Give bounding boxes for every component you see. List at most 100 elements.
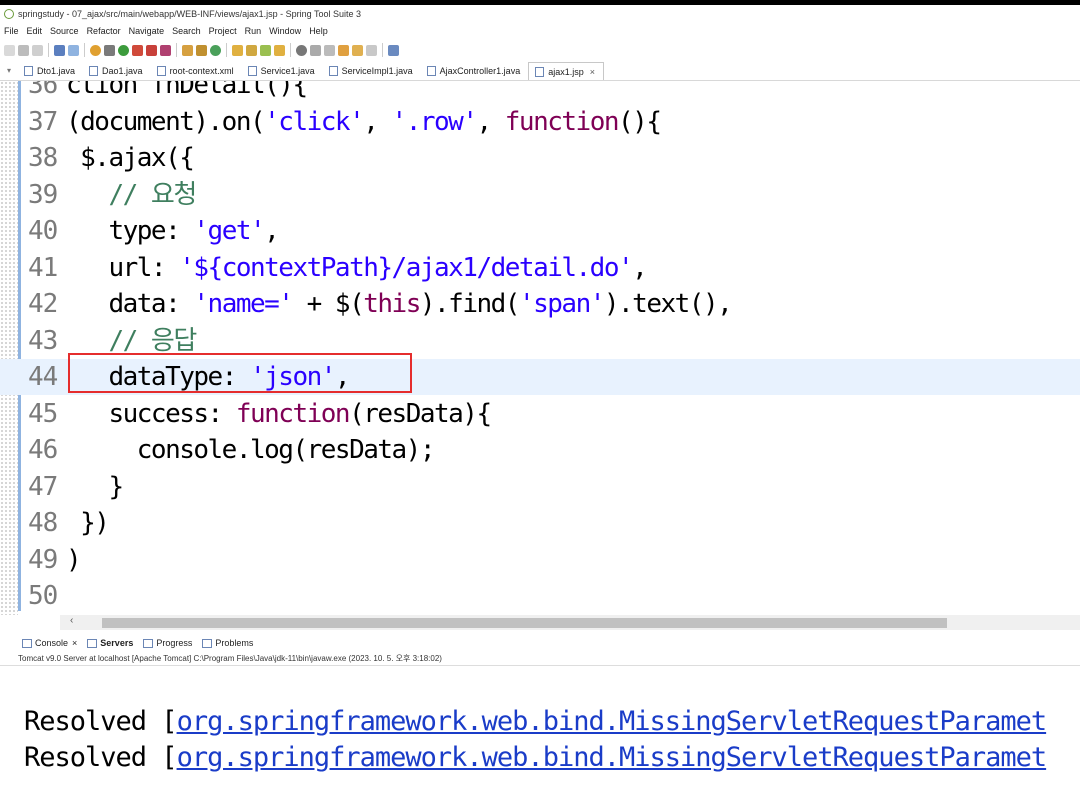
code-line[interactable]: 39 // 요청 xyxy=(0,177,1080,213)
server-icon[interactable] xyxy=(160,44,171,56)
next-annotation-icon[interactable] xyxy=(324,44,335,56)
menu-item[interactable]: Search xyxy=(172,26,201,36)
debug-icon[interactable] xyxy=(104,44,115,56)
view-icon xyxy=(22,639,32,649)
console-tab[interactable]: Servers xyxy=(87,638,133,649)
toolbar-divider xyxy=(84,43,85,57)
menu-item[interactable]: Project xyxy=(209,26,237,36)
code-line[interactable]: 36 ction fnDetail(){ xyxy=(0,81,1080,103)
new-icon[interactable] xyxy=(4,44,15,56)
editor-tab[interactable]: ajax1.jsp × xyxy=(528,62,604,80)
code-line[interactable]: 49) xyxy=(0,542,1080,578)
line-number: 47 xyxy=(28,471,58,502)
editor-tab[interactable]: ServiceImpl1.java xyxy=(323,62,421,80)
code-line[interactable]: 40 type: 'get', xyxy=(0,213,1080,249)
line-number: 45 xyxy=(28,398,58,429)
new-class-icon[interactable] xyxy=(196,44,207,56)
console-tab[interactable]: Problems xyxy=(202,638,253,649)
exception-link[interactable]: org.springframework.web.bind.MissingServ… xyxy=(177,706,1048,737)
search-folder-icon[interactable] xyxy=(274,44,285,56)
code-line[interactable]: 46 console.log(resData); xyxy=(0,432,1080,468)
exception-link[interactable]: org.springframework.web.bind.MissingServ… xyxy=(177,742,1048,773)
code-line[interactable]: 38 $.ajax({ xyxy=(0,140,1080,176)
globe-icon[interactable] xyxy=(296,44,307,56)
last-edit-icon[interactable] xyxy=(338,44,349,56)
tab-label: Dao1.java xyxy=(102,66,143,76)
editor-tab[interactable]: Dao1.java xyxy=(83,62,151,80)
toolbar-divider xyxy=(226,43,227,57)
close-icon[interactable]: × xyxy=(72,638,77,648)
run-icon[interactable] xyxy=(118,44,129,56)
menu-item[interactable]: Source xyxy=(50,26,79,36)
line-number: 38 xyxy=(28,143,58,173)
annotation-icon[interactable] xyxy=(310,44,321,56)
menu-item[interactable]: Run xyxy=(245,26,262,36)
code-line[interactable]: 48 }) xyxy=(0,505,1080,541)
toolbar xyxy=(0,39,1080,61)
editor-tab[interactable]: Dto1.java xyxy=(18,62,83,80)
code-text: url: '${contextPath}/ajax1/detail.do', xyxy=(66,252,647,283)
save-all-icon[interactable] xyxy=(32,44,43,56)
line-number: 41 xyxy=(28,252,58,283)
close-icon[interactable]: × xyxy=(590,67,595,77)
code-text: success: function(resData){ xyxy=(66,398,492,429)
tab-label: ServiceImpl1.java xyxy=(341,66,413,76)
code-line[interactable]: 45 success: function(resData){ xyxy=(0,396,1080,432)
code-line[interactable]: 50 xyxy=(0,578,1080,614)
editor-tab[interactable]: Service1.java xyxy=(242,62,323,80)
code-line[interactable]: 41 url: '${contextPath}/ajax1/detail.do'… xyxy=(0,250,1080,286)
line-number: 48 xyxy=(28,508,58,538)
code-line[interactable]: 47 } xyxy=(0,469,1080,505)
console-tab-label: Console xyxy=(35,637,69,648)
tab-list-icon[interactable]: ▾ xyxy=(0,60,18,80)
code-text: ction fnDetail(){ xyxy=(66,81,308,100)
console-tab[interactable]: Progress xyxy=(143,638,192,649)
pen-icon[interactable] xyxy=(260,44,271,56)
open-type-icon[interactable] xyxy=(232,44,243,56)
sync-icon[interactable] xyxy=(90,44,101,56)
editor-tab[interactable]: root-context.xml xyxy=(151,62,242,80)
menu-item[interactable]: Help xyxy=(309,26,328,36)
console-tab-bar: Console × Servers Progress Problems xyxy=(0,633,1080,653)
toggle-icon[interactable] xyxy=(68,44,79,56)
code-line[interactable]: 37 (document).on('click', '.row', functio… xyxy=(0,104,1080,140)
forward-icon[interactable] xyxy=(366,44,377,56)
line-number: 36 xyxy=(28,81,58,100)
console-tab[interactable]: Console × xyxy=(22,637,77,649)
back-icon[interactable] xyxy=(352,44,363,56)
terminal-icon[interactable] xyxy=(54,44,65,56)
save-icon[interactable] xyxy=(18,44,29,56)
editor-tab-bar: ▾ Dto1.java Dao1.java root-context.xml Serv… xyxy=(0,61,1080,81)
stop-icon[interactable] xyxy=(146,44,157,56)
console-prefix: Resolved [ xyxy=(24,742,178,773)
perspective-icon[interactable] xyxy=(388,44,399,56)
horizontal-scrollbar[interactable]: ‹ xyxy=(60,615,1080,630)
menu-item[interactable]: Refactor xyxy=(87,26,121,36)
scrollbar-thumb[interactable] xyxy=(102,618,947,628)
menu-item[interactable]: Edit xyxy=(27,26,43,36)
menu-item[interactable]: Navigate xyxy=(129,26,165,36)
scroll-left-icon[interactable]: ‹ xyxy=(70,615,73,626)
code-text: } xyxy=(66,471,124,502)
menu-item[interactable]: Window xyxy=(269,26,301,36)
new-spring-icon[interactable] xyxy=(210,44,221,56)
console-line: Resolved [org.springframework.web.bind.M… xyxy=(24,704,1048,740)
console-header: Tomcat v9.0 Server at localhost [Apache … xyxy=(0,653,1080,666)
menu-item[interactable]: File xyxy=(4,26,19,36)
code-editor[interactable]: 36 ction fnDetail(){ 37 (document).on('clic… xyxy=(0,81,1080,615)
console-output[interactable]: Resolved [org.springframework.web.bind.M… xyxy=(0,666,1080,786)
external-tools-icon[interactable] xyxy=(132,44,143,56)
code-text: }) xyxy=(66,508,110,538)
editor-left-strip xyxy=(0,615,18,633)
open-folder-icon[interactable] xyxy=(246,44,257,56)
toolbar-divider xyxy=(290,43,291,57)
editor-tab[interactable]: AjaxController1.java xyxy=(421,62,529,80)
line-number: 42 xyxy=(28,289,58,319)
new-package-icon[interactable] xyxy=(182,44,193,56)
line-number: 43 xyxy=(28,325,58,356)
toolbar-divider xyxy=(48,43,49,57)
line-number: 44 xyxy=(28,362,58,392)
code-text: // 요청 xyxy=(108,179,197,210)
code-line[interactable]: 42 data: 'name=' + $(this).find('span').… xyxy=(0,286,1080,322)
tab-label: root-context.xml xyxy=(169,66,234,76)
